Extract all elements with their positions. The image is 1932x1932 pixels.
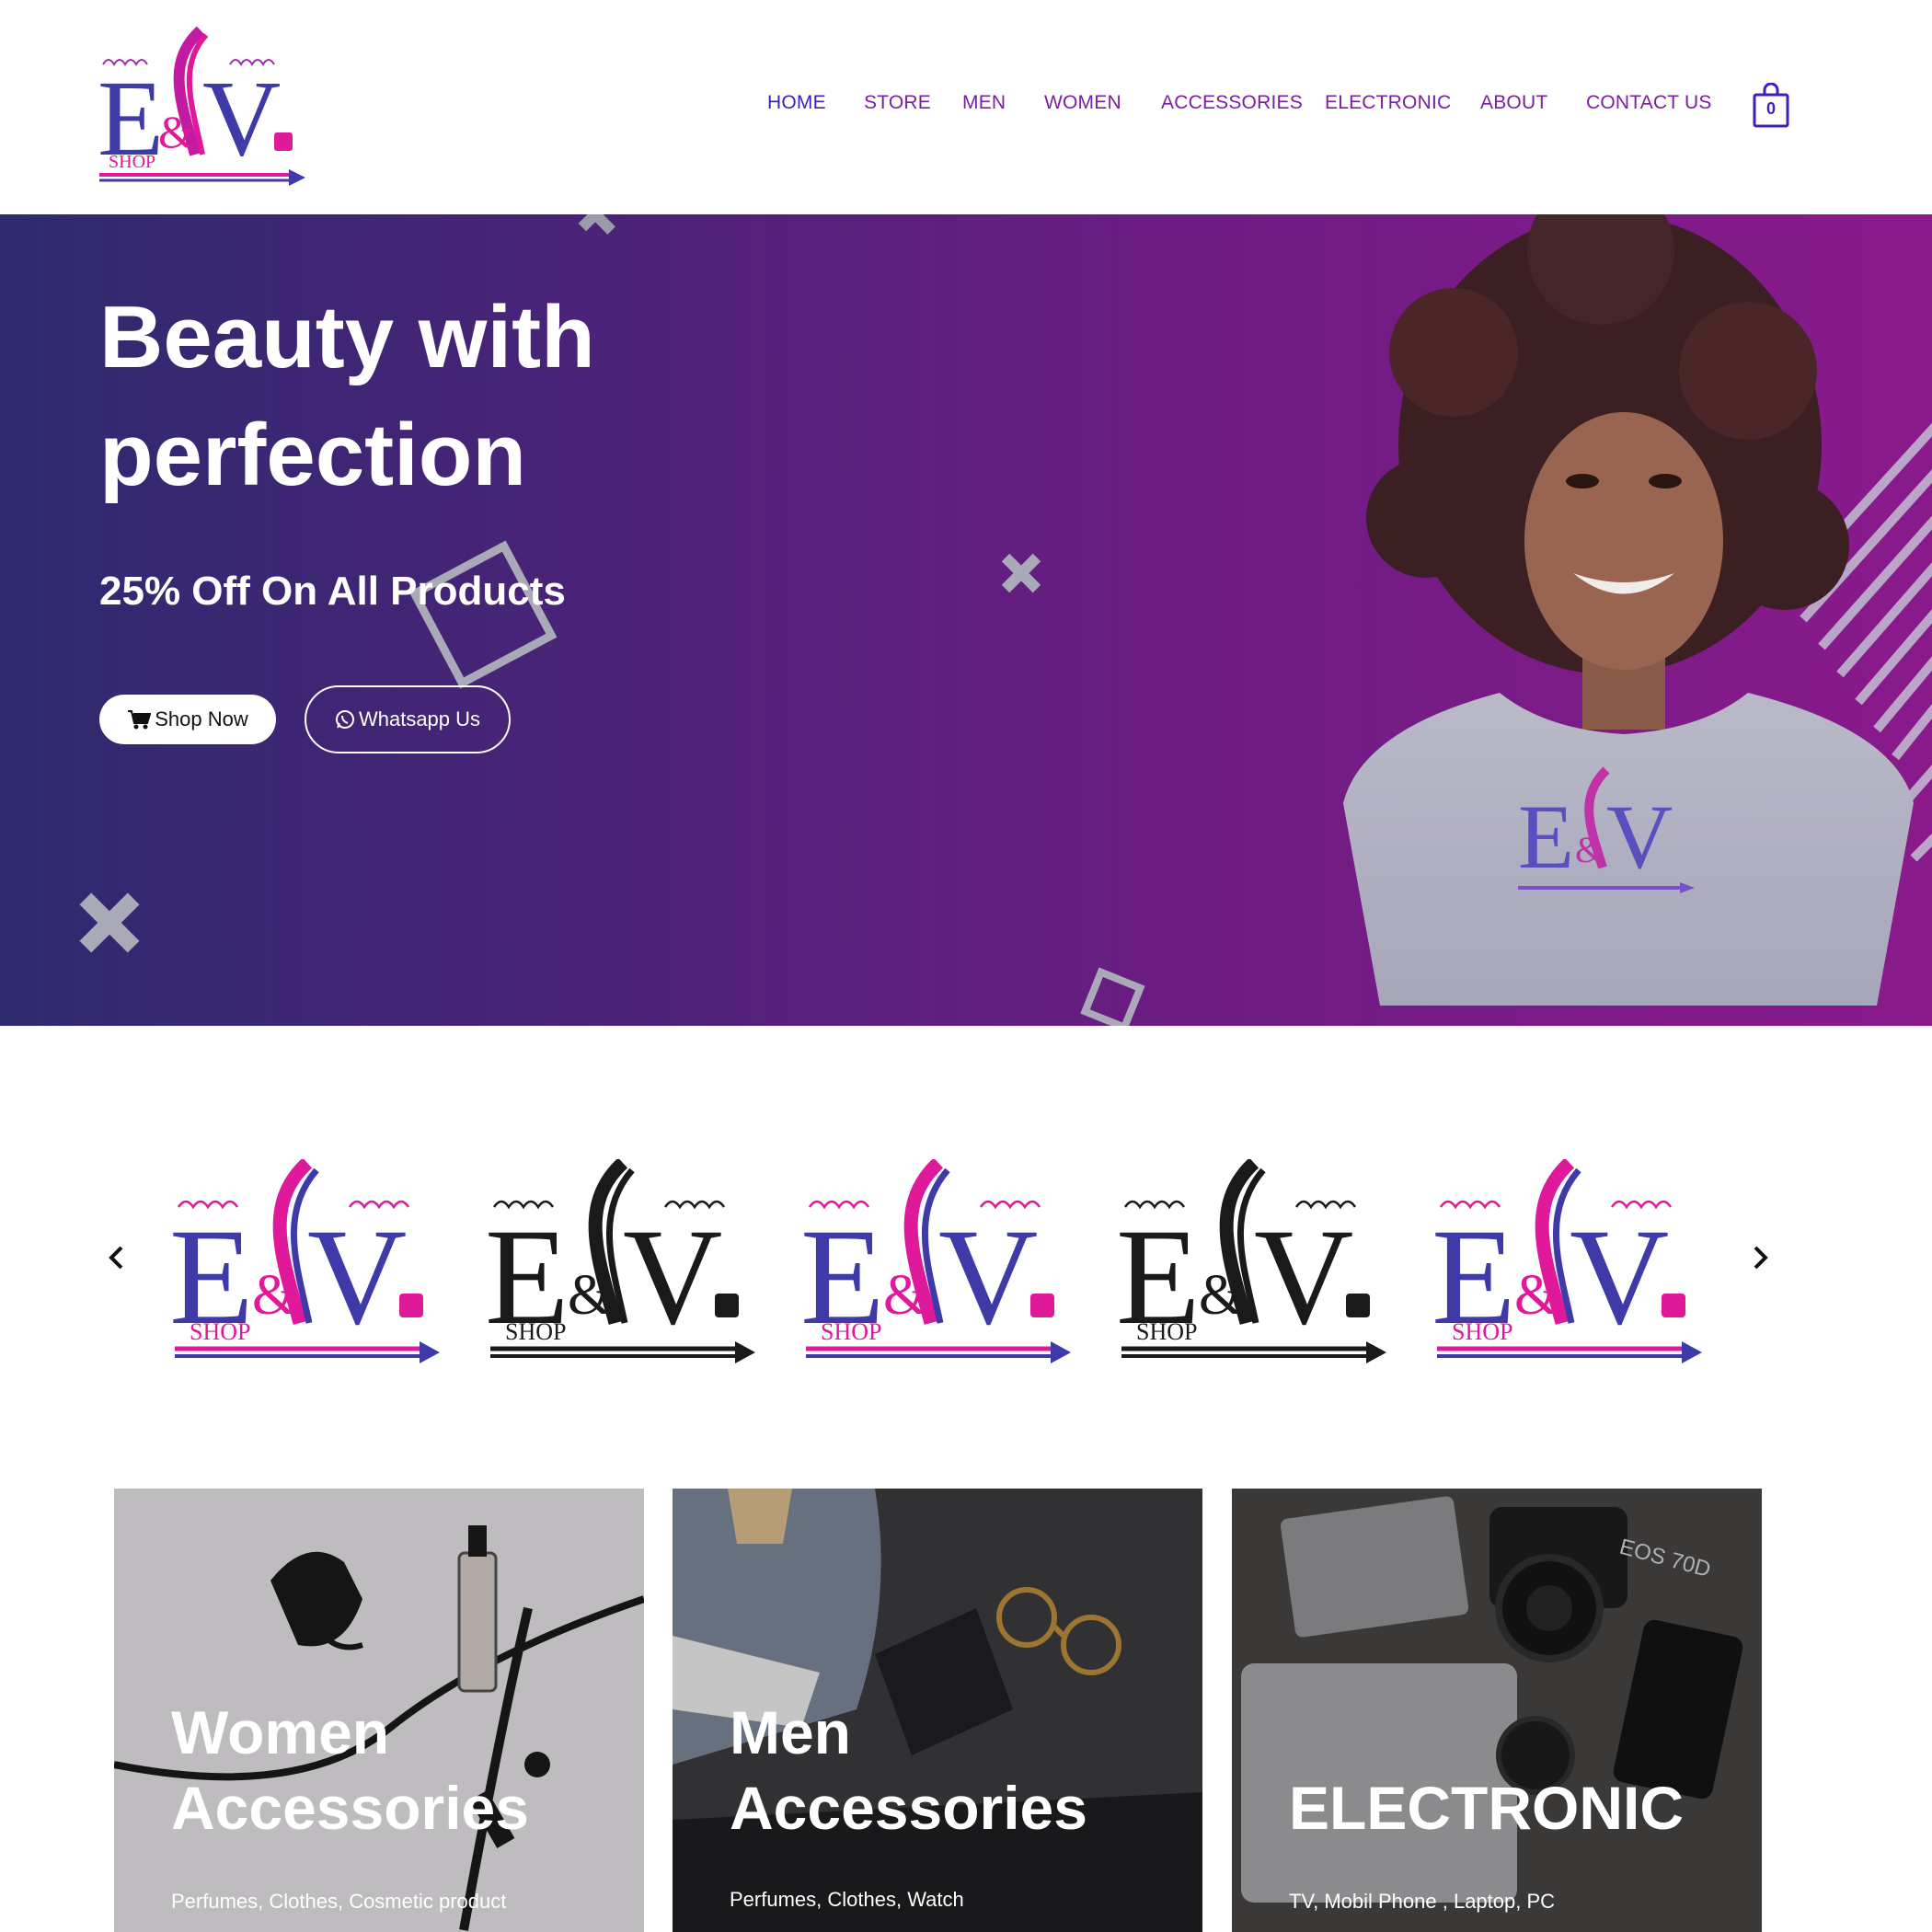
svg-text:SHOP: SHOP <box>109 152 155 172</box>
nav-men[interactable]: MEN <box>962 92 1006 114</box>
nav-store[interactable]: STORE <box>864 92 931 114</box>
hero-banner: Beauty with perfection 25% Off On All Pr… <box>0 214 1932 1026</box>
brand-logo[interactable]: E V&SHOP <box>800 1159 1073 1367</box>
whatsapp-label: Whatsapp Us <box>358 707 481 730</box>
svg-text:E: E <box>1518 786 1574 888</box>
whatsapp-icon <box>335 710 354 729</box>
brand-carousel: E V & SHOP E V & SHOP E V & SHOP E V & SHOP E V & SHOP <box>0 1141 1932 1380</box>
brand-logo[interactable]: E V&SHOP <box>1116 1159 1388 1367</box>
card-title-line2: Accessories <box>171 1774 529 1842</box>
hero-subtitle: 25% Off On All Products <box>99 569 566 614</box>
chevron-left-icon[interactable] <box>101 1242 132 1273</box>
card-description: Perfumes, Clothes, Cosmetic product <box>171 1890 507 1913</box>
decor-cross-shape <box>1001 553 1041 593</box>
brand-logo[interactable]: E V&SHOP <box>1432 1159 1704 1367</box>
decor-square-outline <box>1080 967 1145 1026</box>
brand-logo[interactable]: E V&SHOP <box>169 1159 442 1367</box>
whatsapp-button[interactable]: Whatsapp Us <box>305 685 511 753</box>
category-card-women[interactable]: Women Accessories Perfumes, Clothes, Cos… <box>114 1489 644 1932</box>
tshirt-logo: E V & <box>1518 766 1695 893</box>
card-title-line1: Women <box>171 1698 390 1766</box>
shop-now-button[interactable]: Shop Now <box>99 695 276 744</box>
card-title: ELECTRONIC <box>1289 1770 1684 1846</box>
nav-electronic[interactable]: ELECTRONIC <box>1325 92 1451 114</box>
nav-about[interactable]: ABOUT <box>1480 92 1547 114</box>
svg-text:V: V <box>1606 786 1673 888</box>
decor-cross-shape <box>79 892 140 953</box>
electronic-image: EOS 70D <box>1232 1489 1762 1932</box>
main-nav: HOME STORE MEN WOMEN ACCESSORIES ELECTRO… <box>0 92 1932 129</box>
svg-text:V: V <box>938 1201 1038 1353</box>
cart-button[interactable]: 0 <box>1752 82 1790 129</box>
svg-text:V: V <box>1254 1201 1353 1353</box>
nav-contact-us[interactable]: CONTACT US <box>1586 92 1712 114</box>
category-card-men[interactable]: Men Accessories Perfumes, Clothes, Watch <box>673 1489 1202 1932</box>
hero-model-image: E V & <box>1343 214 1932 1006</box>
cart-count: 0 <box>1765 99 1776 118</box>
nav-women[interactable]: WOMEN <box>1044 92 1121 114</box>
svg-text:SHOP: SHOP <box>1452 1318 1512 1345</box>
svg-text:V: V <box>1570 1201 1669 1353</box>
category-card-electronic[interactable]: EOS 70D ELECTRONIC TV, Mobil Phone , Lap… <box>1232 1489 1762 1932</box>
card-title-line1: Men <box>730 1698 851 1766</box>
svg-text:SHOP: SHOP <box>505 1318 566 1345</box>
chevron-right-icon[interactable] <box>1744 1242 1776 1273</box>
svg-text:&: & <box>1199 1264 1243 1327</box>
site-header: E V & SHOP HOME STORE MEN WOMEN ACCESSOR… <box>0 0 1932 214</box>
svg-text:&: & <box>1575 829 1604 870</box>
svg-text:SHOP: SHOP <box>1136 1318 1197 1345</box>
svg-text:SHOP: SHOP <box>190 1318 250 1345</box>
svg-text:&: & <box>883 1264 927 1327</box>
brand-logo[interactable]: E V&SHOP <box>485 1159 757 1367</box>
nav-accessories[interactable]: ACCESSORIES <box>1161 92 1303 114</box>
shop-now-label: Shop Now <box>155 707 248 730</box>
hero-title: Beauty with perfection <box>99 279 743 514</box>
card-title: Women Accessories <box>171 1695 529 1846</box>
card-title: Men Accessories <box>730 1695 1087 1846</box>
svg-text:&: & <box>252 1264 296 1327</box>
card-title-line2: ELECTRONIC <box>1289 1774 1684 1842</box>
hero-title-line2: perfection <box>99 406 527 504</box>
svg-text:&: & <box>568 1264 612 1327</box>
decor-cross-shape <box>575 214 615 235</box>
decor-square-outline <box>408 540 558 689</box>
svg-text:&: & <box>1514 1264 1558 1327</box>
card-description: TV, Mobil Phone , Laptop, PC <box>1289 1890 1556 1913</box>
svg-text:V: V <box>623 1201 722 1353</box>
cart-icon <box>128 710 152 730</box>
card-title-line2: Accessories <box>730 1774 1087 1842</box>
card-description: Perfumes, Clothes, Watch <box>730 1888 964 1911</box>
svg-text:V: V <box>307 1201 407 1353</box>
hero-title-line1: Beauty with <box>99 288 595 386</box>
svg-text:SHOP: SHOP <box>821 1318 881 1345</box>
nav-home[interactable]: HOME <box>767 92 826 114</box>
